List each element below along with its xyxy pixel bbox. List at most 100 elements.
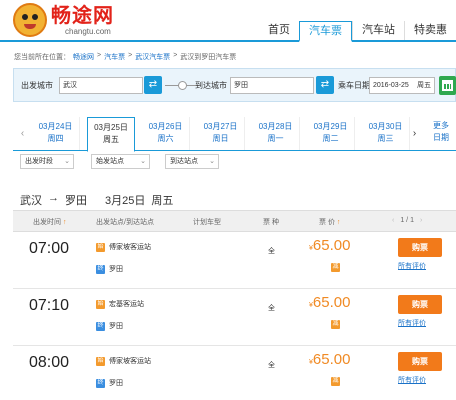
ticket-price: ¥65.00 bbox=[309, 294, 350, 311]
breadcrumb: 您当前所在位置： 畅途网 > 汽车票 > 武汉汽车票 > 武汉到罗田汽车票 bbox=[14, 52, 236, 62]
next-dates-icon[interactable]: › bbox=[405, 117, 424, 150]
page-indicator: 1 / 1 bbox=[400, 217, 414, 224]
date-tab-weekday: 周五 bbox=[103, 135, 119, 144]
more-dates-line2: 日期 bbox=[433, 133, 449, 142]
ticket-type: 全 bbox=[268, 248, 275, 255]
buy-ticket-button[interactable]: 购票 bbox=[398, 238, 442, 257]
filter-label: 出发时段 bbox=[25, 158, 53, 165]
pager: ‹ 1 / 1 › bbox=[392, 217, 422, 224]
filter-origin-station[interactable]: 始发站点 ⌄ bbox=[91, 154, 150, 169]
route-arrow: → bbox=[48, 192, 59, 204]
calendar-icon[interactable] bbox=[439, 76, 456, 95]
date-tab-weekday: 周六 bbox=[157, 134, 174, 143]
route-date: 3月25日 bbox=[105, 195, 146, 207]
origin-badge-icon: 始 bbox=[96, 356, 105, 366]
date-input[interactable]: 2016-03-25 周五 bbox=[369, 77, 435, 94]
date-tab[interactable]: 03月27日 周日 bbox=[197, 117, 245, 150]
price-amount: 65.00 bbox=[312, 237, 351, 254]
sort-price[interactable]: 票 价 ↑ bbox=[319, 217, 340, 227]
date-tab[interactable]: 03月30日 周三 bbox=[362, 117, 410, 150]
more-dates-link[interactable]: 更多 日期 bbox=[426, 120, 456, 144]
ticket-price: ¥65.00 bbox=[309, 351, 350, 368]
arrival-station: 终 罗田 bbox=[96, 264, 123, 274]
date-tab-weekday: 周二 bbox=[322, 134, 339, 143]
to-city-label: 到达城市 bbox=[195, 81, 227, 90]
nav-deals[interactable]: 特卖惠 bbox=[404, 21, 456, 40]
mascot-icon bbox=[13, 3, 47, 37]
all-reviews-link[interactable]: 所有评价 bbox=[398, 261, 426, 271]
date-label: 乘车日期 bbox=[338, 81, 370, 90]
sort-dep-time[interactable]: 出发时间 ↑ bbox=[33, 217, 66, 227]
sort-up-icon: ↑ bbox=[62, 219, 67, 226]
nav-bus-tickets[interactable]: 汽车票 bbox=[299, 21, 352, 42]
to-city-input[interactable]: 罗田 bbox=[230, 77, 314, 94]
route-weekday: 周五 bbox=[151, 195, 174, 207]
departure-station[interactable]: 始 宏基客运站 bbox=[96, 299, 144, 309]
date-tab[interactable]: 03月29日 周二 bbox=[307, 117, 355, 150]
table-row: 08:00 始 傅家坡客运站 终 罗田 全 ¥65.00 减 购票 所有评价 bbox=[13, 347, 456, 400]
th-dep-time: 出发时间 bbox=[33, 219, 61, 226]
ticket-type: 全 bbox=[268, 305, 275, 312]
destination-badge-icon: 终 bbox=[96, 264, 105, 274]
buy-ticket-button[interactable]: 购票 bbox=[398, 352, 442, 371]
departure-station-name: 傅家坡客运站 bbox=[109, 358, 151, 365]
arrival-station-name: 罗田 bbox=[109, 380, 123, 387]
departure-time: 07:10 bbox=[29, 297, 70, 314]
site-logo[interactable]: 畅途网 changtu.com bbox=[13, 3, 114, 37]
breadcrumb-wuhan[interactable]: 武汉汽车票 bbox=[135, 52, 170, 62]
date-tab-weekday: 周三 bbox=[377, 134, 394, 143]
route-dot-icon bbox=[178, 81, 187, 90]
bus-icon[interactable]: ⇄ bbox=[316, 76, 334, 94]
departure-station[interactable]: 始 傅家坡客运站 bbox=[96, 356, 151, 366]
search-bar: 出发城市 武汉 ⇄ 到达城市 罗田 ⇄ 乘车日期 2016-03-25 周五 bbox=[13, 68, 456, 102]
breadcrumb-separator: > bbox=[128, 52, 133, 59]
from-city-label: 出发城市 bbox=[21, 81, 53, 90]
date-tab-weekday: 周一 bbox=[267, 134, 284, 143]
nav-home[interactable]: 首页 bbox=[259, 21, 299, 40]
date-tab-date: 03月28日 bbox=[258, 122, 293, 131]
destination-badge-icon: 终 bbox=[96, 321, 105, 331]
departure-station[interactable]: 始 傅家坡客运站 bbox=[96, 242, 151, 252]
breadcrumb-separator: > bbox=[173, 52, 178, 59]
date-tab-date: 03月30日 bbox=[368, 122, 403, 131]
site-header: 畅途网 changtu.com 首页 汽车票 汽车站 特卖惠 bbox=[0, 0, 456, 42]
train-icon[interactable]: ⇄ bbox=[144, 76, 162, 94]
departure-time: 08:00 bbox=[29, 354, 70, 371]
date-tab-date: 03月27日 bbox=[203, 122, 238, 131]
departure-station-name: 傅家坡客运站 bbox=[109, 244, 151, 251]
main-nav: 首页 汽车票 汽车站 特卖惠 bbox=[259, 21, 456, 42]
discount-badge: 减 bbox=[331, 320, 340, 329]
breadcrumb-separator: > bbox=[97, 52, 102, 59]
next-page-icon[interactable]: › bbox=[420, 217, 422, 224]
price-amount: 65.00 bbox=[312, 351, 351, 368]
date-tab[interactable]: 03月28日 周一 bbox=[252, 117, 300, 150]
prev-dates-icon[interactable]: ‹ bbox=[13, 117, 32, 150]
breadcrumb-bus-tickets[interactable]: 汽车票 bbox=[104, 52, 125, 62]
price-amount: 65.00 bbox=[312, 294, 351, 311]
route-from: 武汉 bbox=[20, 195, 42, 207]
all-reviews-link[interactable]: 所有评价 bbox=[398, 318, 426, 328]
all-reviews-link[interactable]: 所有评价 bbox=[398, 375, 426, 385]
breadcrumb-home[interactable]: 畅途网 bbox=[73, 52, 94, 62]
destination-badge-icon: 终 bbox=[96, 378, 105, 388]
arrival-station-name: 罗田 bbox=[109, 266, 123, 273]
prev-page-icon[interactable]: ‹ bbox=[392, 217, 394, 224]
ticket-type: 全 bbox=[268, 362, 275, 369]
date-tab-active[interactable]: 03月25日 周五 bbox=[87, 117, 135, 152]
origin-badge-icon: 始 bbox=[96, 299, 105, 309]
logo-name-cn: 畅途网 bbox=[51, 4, 114, 27]
filter-departure-time[interactable]: 出发时段 ⌄ bbox=[20, 154, 74, 169]
from-city-input[interactable]: 武汉 bbox=[59, 77, 143, 94]
nav-bus-stations[interactable]: 汽车站 bbox=[352, 21, 404, 40]
buy-ticket-button[interactable]: 购票 bbox=[398, 295, 442, 314]
date-tab[interactable]: 03月24日 周四 bbox=[32, 117, 80, 150]
date-tab[interactable]: 03月26日 周六 bbox=[142, 117, 190, 150]
sort-up-icon: ↑ bbox=[336, 219, 341, 226]
filter-arrival-station[interactable]: 到达站点 ⌄ bbox=[165, 154, 219, 169]
date-tab-weekday: 周日 bbox=[212, 134, 229, 143]
more-dates-line1: 更多 bbox=[433, 121, 449, 130]
arrival-station: 终 罗田 bbox=[96, 321, 123, 331]
route-title: 武汉 → 罗田 3月25日 周五 bbox=[20, 192, 173, 208]
chevron-down-icon: ⌄ bbox=[140, 158, 146, 165]
th-ticket-type: 票 种 bbox=[263, 219, 279, 226]
